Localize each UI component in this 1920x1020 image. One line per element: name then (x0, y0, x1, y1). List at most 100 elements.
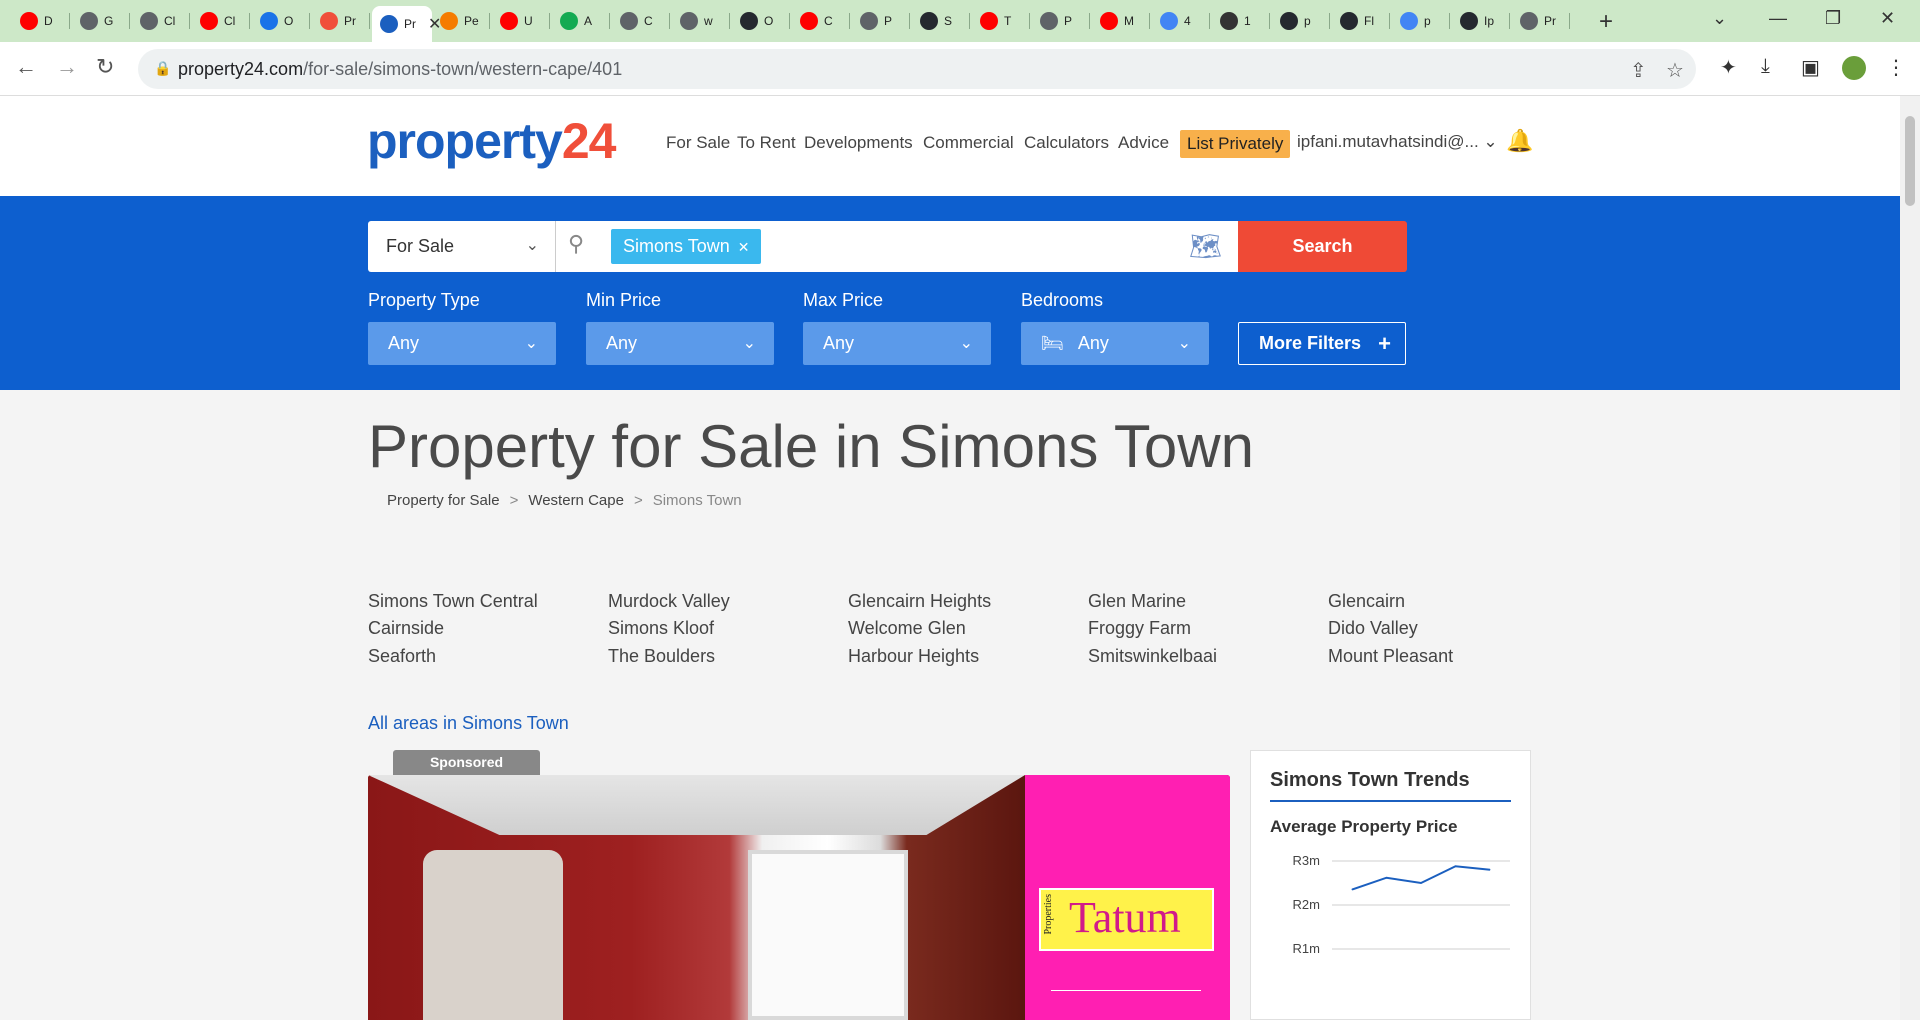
browser-tab[interactable]: p (1392, 6, 1450, 36)
new-tab-icon[interactable]: + (1599, 8, 1613, 36)
browser-tab[interactable]: 4 (1152, 6, 1210, 36)
search-button[interactable]: Search (1238, 221, 1407, 272)
tab-separator (669, 13, 670, 29)
browser-tab[interactable]: P (852, 6, 910, 36)
browser-tab[interactable]: Pr ✕ (372, 6, 441, 42)
browser-tab[interactable]: Pe (432, 6, 490, 36)
browser-tab[interactable]: C (792, 6, 850, 36)
agency-banner[interactable]: Properties Tatum (1025, 775, 1230, 1020)
browser-tab[interactable]: Pr (1512, 6, 1570, 36)
browser-tab[interactable]: P (1032, 6, 1090, 36)
tab-search-icon[interactable]: ⌄ (1712, 8, 1727, 29)
share-icon[interactable]: ⇪ (1630, 58, 1647, 83)
tab-favicon-icon (1040, 12, 1058, 30)
close-window-icon[interactable]: ✕ (1880, 8, 1895, 29)
page-scrollbar[interactable] (1900, 96, 1920, 1020)
browser-tab[interactable]: Cl (132, 6, 190, 36)
area-link[interactable]: Dido Valley (1328, 618, 1418, 639)
area-link[interactable]: Seaforth (368, 646, 436, 667)
browser-tab[interactable]: T (972, 6, 1030, 36)
browser-tab[interactable]: U (492, 6, 550, 36)
area-link[interactable]: Cairnside (368, 618, 444, 639)
remove-chip-icon[interactable]: ✕ (738, 239, 750, 255)
area-link[interactable]: Mount Pleasant (1328, 646, 1453, 667)
nav-calculators[interactable]: Calculators (1024, 133, 1109, 153)
listing-type-select[interactable]: For Sale ⌄ (368, 221, 556, 272)
location-chip[interactable]: Simons Town ✕ (611, 229, 762, 264)
min-price-dropdown[interactable]: Any ⌄ (586, 322, 774, 365)
nav-developments[interactable]: Developments (804, 133, 913, 153)
area-link[interactable]: The Boulders (608, 646, 715, 667)
browser-tab[interactable]: M (1092, 6, 1150, 36)
area-link[interactable]: Murdock Valley (608, 591, 730, 612)
tab-separator (1209, 13, 1210, 29)
browser-tab[interactable]: Pr (312, 6, 370, 36)
browser-tab[interactable]: O (252, 6, 310, 36)
browser-tab[interactable]: Fl (1332, 6, 1390, 36)
breadcrumb-western-cape[interactable]: Western Cape (528, 492, 624, 509)
download-icon[interactable]: ⤓ (1761, 55, 1770, 78)
back-icon[interactable]: ← (15, 54, 37, 80)
minimize-icon[interactable]: — (1769, 8, 1787, 29)
notification-bell-icon[interactable]: 🔔 (1506, 128, 1533, 154)
address-bar[interactable]: 🔒 property24.com/for-sale/simons-town/we… (138, 49, 1696, 89)
tab-title: p (1424, 14, 1431, 28)
bedrooms-dropdown[interactable]: 🛏 Any ⌄ (1021, 322, 1209, 365)
bookmark-star-icon[interactable]: ☆ (1666, 58, 1684, 83)
plus-icon: + (1378, 331, 1391, 356)
area-link[interactable]: Glen Marine (1088, 591, 1186, 612)
area-link[interactable]: Welcome Glen (848, 618, 966, 639)
tab-separator (789, 13, 790, 29)
location-search-input[interactable]: ⚲ Simons Town ✕ 🗺 (556, 221, 1238, 272)
browser-tab[interactable]: w (672, 6, 730, 36)
area-link[interactable]: Simons Kloof (608, 618, 714, 639)
forward-icon[interactable]: → (56, 54, 78, 80)
profile-avatar[interactable] (1842, 56, 1866, 80)
area-link[interactable]: Simons Town Central (368, 591, 538, 612)
restore-icon[interactable]: ❐ (1825, 8, 1841, 29)
browser-tab[interactable]: Cl (192, 6, 250, 36)
property24-logo[interactable]: property24 (367, 112, 616, 170)
nav-commercial[interactable]: Commercial (923, 133, 1014, 153)
nav-to-rent[interactable]: To Rent (737, 133, 796, 153)
max-price-dropdown[interactable]: Any ⌄ (803, 322, 991, 365)
browser-tab[interactable]: D (12, 6, 70, 36)
browser-tab[interactable]: p (1272, 6, 1330, 36)
area-link[interactable]: Froggy Farm (1088, 618, 1191, 639)
area-link[interactable]: Glencairn (1328, 591, 1405, 612)
area-link[interactable]: Harbour Heights (848, 646, 979, 667)
tab-title: Cl (164, 14, 176, 28)
browser-tab[interactable]: 1 (1212, 6, 1270, 36)
sponsored-listing-card[interactable]: Properties Tatum (368, 775, 1230, 1020)
extensions-icon[interactable]: ✦ (1720, 55, 1737, 80)
breadcrumb-property-for-sale[interactable]: Property for Sale (387, 492, 500, 509)
browser-tab[interactable]: Ip (1452, 6, 1510, 36)
area-link[interactable]: Glencairn Heights (848, 591, 991, 612)
browser-tab[interactable]: S (912, 6, 970, 36)
tab-favicon-icon (740, 12, 758, 30)
reload-icon[interactable]: ↻ (96, 54, 114, 80)
nav-advice[interactable]: Advice (1118, 133, 1169, 153)
all-areas-link[interactable]: All areas in Simons Town (368, 713, 569, 734)
menu-kebab-icon[interactable]: ⋮ (1886, 55, 1906, 80)
side-panel-icon[interactable]: ▣ (1801, 55, 1820, 80)
agency-logo: Properties Tatum (1039, 888, 1214, 951)
url-text[interactable]: property24.com/for-sale/simons-town/west… (178, 59, 622, 80)
area-link[interactable]: Smitswinkelbaai (1088, 646, 1217, 667)
browser-tab[interactable]: G (72, 6, 130, 36)
sponsored-badge: Sponsored (393, 750, 540, 775)
tab-separator (969, 13, 970, 29)
browser-tab[interactable]: C (612, 6, 670, 36)
property-type-dropdown[interactable]: Any ⌄ (368, 322, 556, 365)
more-filters-button[interactable]: More Filters + (1238, 322, 1406, 365)
list-privately-button[interactable]: List Privately (1180, 130, 1291, 158)
browser-tab[interactable]: O (732, 6, 790, 36)
map-search-icon[interactable]: 🗺 (1189, 231, 1222, 262)
listing-photo[interactable] (368, 775, 1025, 1020)
browser-tab[interactable]: A (552, 6, 610, 36)
user-menu[interactable]: ipfani.mutavhatsindi@... ⌄ (1297, 132, 1498, 152)
tab-favicon-icon (380, 15, 398, 33)
nav-for-sale[interactable]: For Sale (666, 133, 730, 153)
dropdown-value: Any (606, 333, 638, 353)
scrollbar-thumb[interactable] (1905, 116, 1915, 206)
